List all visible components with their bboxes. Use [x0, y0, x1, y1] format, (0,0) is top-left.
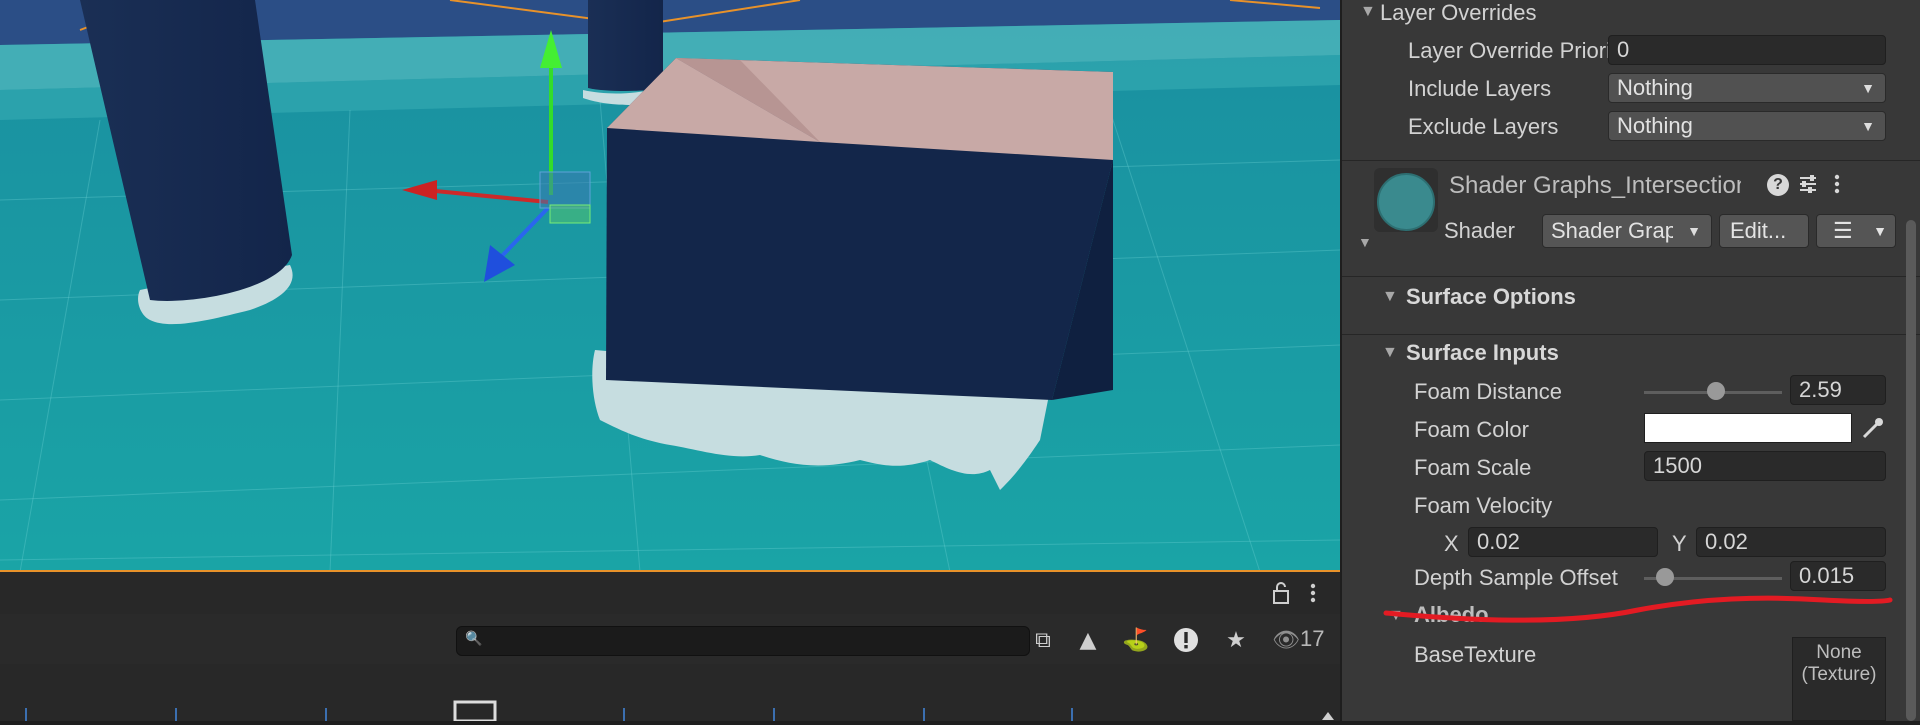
- star-icon[interactable]: ★: [1218, 622, 1254, 658]
- back-cylinder: [588, 0, 663, 91]
- inspector-panel: ▼ Layer Overrides Layer Override Priorit…: [1342, 0, 1920, 721]
- timeline-ruler: [0, 664, 1340, 723]
- search-input[interactable]: 🔍: [456, 626, 1030, 656]
- kebab-menu-icon[interactable]: [1306, 580, 1320, 606]
- base-texture-value-line1: None: [1816, 642, 1862, 663]
- base-texture-value-line2: (Texture): [1801, 664, 1877, 685]
- scene-render[interactable]: [0, 0, 1340, 572]
- inspector-scrollbar[interactable]: [1906, 220, 1916, 721]
- scene-viewport[interactable]: [0, 0, 1340, 572]
- visible-count: 17: [1300, 626, 1325, 651]
- tag-icon[interactable]: ⛳: [1118, 622, 1154, 658]
- search-icon: 🔍: [465, 631, 483, 647]
- bottom-toolbar: [0, 572, 1340, 614]
- warning-icon[interactable]: [1168, 622, 1204, 658]
- bottom-panel: 🔍 ⧉ ▲ ⛳ ★ 👁 17: [0, 572, 1340, 723]
- search-row: 🔍 ⧉ ▲ ⛳ ★ 👁 17: [0, 614, 1340, 665]
- red-annotation-underline: [1383, 595, 1893, 623]
- base-texture-slot[interactable]: None (Texture): [1792, 637, 1886, 721]
- base-texture-label: BaseTexture: [1414, 642, 1537, 667]
- shapes-icon[interactable]: ▲: [1070, 622, 1106, 658]
- scene-link-icon[interactable]: ⧉: [1025, 622, 1061, 658]
- eye-icon[interactable]: 👁: [1268, 622, 1304, 658]
- lock-icon[interactable]: [1270, 580, 1292, 606]
